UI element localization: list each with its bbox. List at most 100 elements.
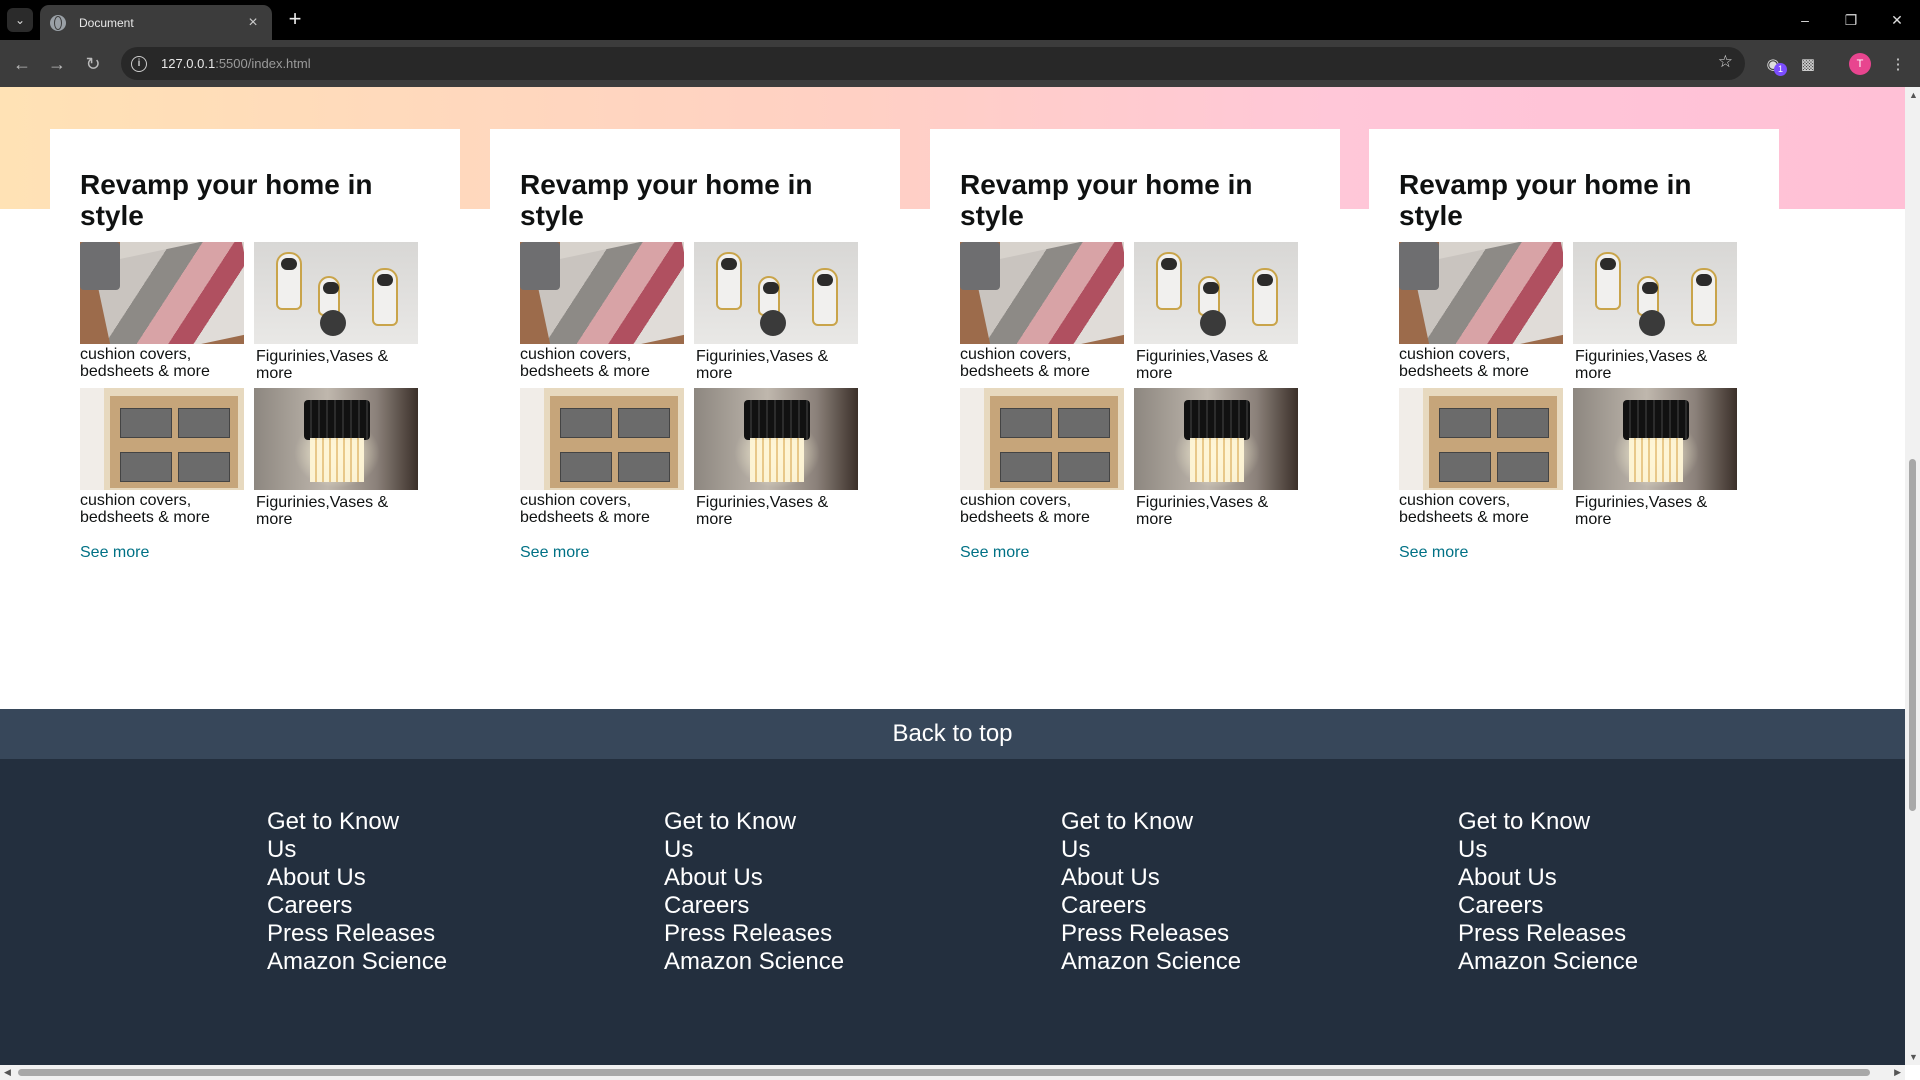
footer-link-careers[interactable]: Careers	[267, 892, 467, 920]
footer-link-careers[interactable]: Careers	[1061, 892, 1261, 920]
browser-tab[interactable]: Document ×	[40, 5, 272, 40]
vertical-scroll-thumb[interactable]	[1909, 459, 1916, 811]
extension-icon[interactable]: ◉ 1	[1761, 52, 1787, 76]
horizontal-scrollbar[interactable]: ◀ ▶	[0, 1065, 1905, 1080]
horizontal-scroll-thumb[interactable]	[18, 1069, 1870, 1076]
item-caption[interactable]: Figurinies,Vases & more	[1573, 348, 1737, 385]
footer-link-press[interactable]: Press Releases	[1061, 920, 1261, 948]
item-caption[interactable]: Figurinies,Vases & more	[694, 348, 858, 385]
tab-close-icon[interactable]: ×	[242, 12, 264, 34]
category-card: Revamp your home in style cushion covers…	[1369, 129, 1779, 624]
item-caption[interactable]: cushion covers, bedsheets & more	[1399, 492, 1563, 529]
card-item[interactable]: Figurinies,Vases & more	[1134, 388, 1298, 531]
card-item[interactable]: Figurinies,Vases & more	[1573, 242, 1737, 385]
footer-link-science[interactable]: Amazon Science	[267, 948, 467, 976]
card-item[interactable]: Figurinies,Vases & more	[694, 242, 858, 385]
window-close-icon[interactable]: ✕	[1874, 0, 1920, 40]
footer-link-careers[interactable]: Careers	[664, 892, 864, 920]
shelf-bins-image[interactable]	[520, 388, 684, 490]
footer-column: Get to Know Us About Us Careers Press Re…	[1458, 808, 1658, 976]
footer-link-about[interactable]: About Us	[664, 864, 864, 892]
bookmark-star-icon[interactable]: ☆	[1718, 52, 1733, 72]
item-caption[interactable]: Figurinies,Vases & more	[254, 348, 418, 385]
extensions-puzzle-icon[interactable]: ▩	[1796, 52, 1820, 76]
item-caption[interactable]: cushion covers, bedsheets & more	[80, 346, 244, 383]
minimize-icon[interactable]: –	[1782, 0, 1828, 40]
card-item[interactable]: cushion covers, bedsheets & more	[960, 388, 1124, 531]
card-item[interactable]: Figurinies,Vases & more	[254, 242, 418, 385]
footer-link-science[interactable]: Amazon Science	[664, 948, 864, 976]
back-to-top-button[interactable]: Back to top	[0, 709, 1905, 759]
item-caption[interactable]: cushion covers, bedsheets & more	[80, 492, 244, 529]
card-item[interactable]: cushion covers, bedsheets & more	[520, 388, 684, 531]
rug-image[interactable]	[1399, 242, 1563, 344]
globe-icon	[50, 14, 66, 31]
footer-heading: Get to Know Us	[267, 808, 400, 863]
astronaut-figurines-image[interactable]	[254, 242, 418, 344]
footer-link-press[interactable]: Press Releases	[267, 920, 467, 948]
item-caption[interactable]: Figurinies,Vases & more	[1134, 348, 1298, 385]
footer-link-science[interactable]: Amazon Science	[1061, 948, 1261, 976]
item-caption[interactable]: cushion covers, bedsheets & more	[1399, 346, 1563, 383]
wall-lamp-image[interactable]	[694, 388, 858, 490]
item-caption[interactable]: Figurinies,Vases & more	[254, 494, 418, 531]
footer-link-about[interactable]: About Us	[1061, 864, 1261, 892]
footer-link-press[interactable]: Press Releases	[1458, 920, 1658, 948]
rug-image[interactable]	[960, 242, 1124, 344]
new-tab-button[interactable]: +	[282, 8, 308, 32]
back-arrow-icon[interactable]: ←	[8, 50, 36, 78]
tab-list-chevron-icon[interactable]: ⌄	[7, 8, 33, 32]
address-bar[interactable]: i 127.0.0.1:5500/index.html ☆	[121, 47, 1745, 80]
wall-lamp-image[interactable]	[1134, 388, 1298, 490]
card-item[interactable]: cushion covers, bedsheets & more	[80, 388, 244, 531]
card-item[interactable]: Figurinies,Vases & more	[1134, 242, 1298, 385]
footer-link-about[interactable]: About Us	[267, 864, 467, 892]
item-caption[interactable]: cushion covers, bedsheets & more	[960, 346, 1124, 383]
scroll-up-arrow-icon[interactable]: ▲	[1909, 90, 1918, 100]
card-item[interactable]: cushion covers, bedsheets & more	[520, 242, 684, 385]
rug-image[interactable]	[520, 242, 684, 344]
scroll-down-arrow-icon[interactable]: ▼	[1909, 1052, 1918, 1062]
see-more-link[interactable]: See more	[520, 544, 589, 562]
profile-avatar[interactable]: T	[1849, 53, 1871, 75]
card-item[interactable]: cushion covers, bedsheets & more	[960, 242, 1124, 385]
see-more-link[interactable]: See more	[80, 544, 149, 562]
card-item[interactable]: Figurinies,Vases & more	[694, 388, 858, 531]
card-item[interactable]: cushion covers, bedsheets & more	[1399, 242, 1563, 385]
card-item[interactable]: cushion covers, bedsheets & more	[1399, 388, 1563, 531]
shelf-bins-image[interactable]	[1399, 388, 1563, 490]
shelf-bins-image[interactable]	[80, 388, 244, 490]
footer-link-careers[interactable]: Careers	[1458, 892, 1658, 920]
site-info-icon[interactable]: i	[131, 55, 147, 72]
card-item[interactable]: Figurinies,Vases & more	[254, 388, 418, 531]
item-caption[interactable]: cushion covers, bedsheets & more	[520, 492, 684, 529]
scroll-right-arrow-icon[interactable]: ▶	[1894, 1067, 1901, 1078]
vertical-scrollbar[interactable]: ▲ ▼	[1905, 87, 1920, 1065]
kebab-menu-icon[interactable]: ⋮	[1886, 52, 1910, 76]
wall-lamp-image[interactable]	[1573, 388, 1737, 490]
shelf-bins-image[interactable]	[960, 388, 1124, 490]
rug-image[interactable]	[80, 242, 244, 344]
address-url[interactable]: 127.0.0.1:5500/index.html	[161, 56, 311, 71]
card-item[interactable]: Figurinies,Vases & more	[1573, 388, 1737, 531]
astronaut-figurines-image[interactable]	[694, 242, 858, 344]
item-caption[interactable]: cushion covers, bedsheets & more	[960, 492, 1124, 529]
footer-link-press[interactable]: Press Releases	[664, 920, 864, 948]
card-item[interactable]: cushion covers, bedsheets & more	[80, 242, 244, 385]
reload-icon[interactable]: ↻	[79, 50, 107, 78]
scroll-left-arrow-icon[interactable]: ◀	[4, 1067, 11, 1078]
restore-icon[interactable]: ❐	[1828, 0, 1874, 40]
item-caption[interactable]: Figurinies,Vases & more	[1573, 494, 1737, 531]
astronaut-figurines-image[interactable]	[1134, 242, 1298, 344]
astronaut-figurines-image[interactable]	[1573, 242, 1737, 344]
url-host: 127.0.0.1	[161, 56, 216, 71]
forward-arrow-icon[interactable]: →	[43, 50, 71, 78]
item-caption[interactable]: cushion covers, bedsheets & more	[520, 346, 684, 383]
wall-lamp-image[interactable]	[254, 388, 418, 490]
see-more-link[interactable]: See more	[960, 544, 1029, 562]
item-caption[interactable]: Figurinies,Vases & more	[694, 494, 858, 531]
footer-link-about[interactable]: About Us	[1458, 864, 1658, 892]
see-more-link[interactable]: See more	[1399, 544, 1468, 562]
item-caption[interactable]: Figurinies,Vases & more	[1134, 494, 1298, 531]
footer-link-science[interactable]: Amazon Science	[1458, 948, 1658, 976]
